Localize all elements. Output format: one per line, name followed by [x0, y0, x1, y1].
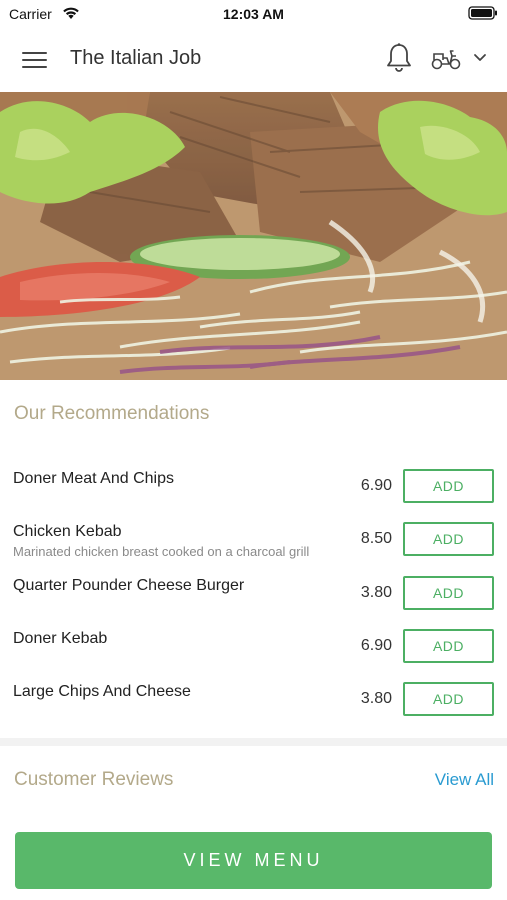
- hamburger-menu-icon[interactable]: [22, 48, 48, 70]
- status-bar: Carrier 12:03 AM: [0, 0, 507, 28]
- menu-item-price: 6.90: [360, 477, 392, 494]
- delivery-scooter-icon[interactable]: [430, 47, 462, 71]
- recommendations-title: Our Recommendations: [14, 403, 210, 424]
- view-all-reviews-link[interactable]: View All: [435, 770, 494, 790]
- add-button[interactable]: ADD: [403, 522, 494, 556]
- menu-item-name: Doner Meat And Chips: [13, 470, 174, 487]
- chevron-down-icon[interactable]: [473, 53, 487, 63]
- menu-item-price: 3.80: [360, 584, 392, 601]
- menu-item-price: 3.80: [360, 690, 392, 707]
- menu-item-name: Large Chips And Cheese: [13, 683, 191, 700]
- restaurant-title: The Italian Job: [70, 47, 202, 69]
- menu-item-description: Marinated chicken breast cooked on a cha…: [13, 544, 310, 559]
- customer-reviews-title: Customer Reviews: [14, 769, 174, 790]
- bell-icon[interactable]: [385, 42, 413, 74]
- menu-item-name: Chicken Kebab: [13, 523, 122, 540]
- menu-item-name: Quarter Pounder Cheese Burger: [13, 577, 245, 594]
- menu-item-row: Doner Kebab 6.90 ADD: [0, 629, 507, 680]
- battery-icon: [468, 6, 497, 20]
- menu-item-price: 8.50: [360, 530, 392, 547]
- section-divider: [0, 738, 507, 746]
- menu-item-name: Doner Kebab: [13, 630, 108, 647]
- menu-item-price: 6.90: [360, 637, 392, 654]
- menu-item-row: Chicken Kebab Marinated chicken breast c…: [0, 522, 507, 573]
- view-menu-button[interactable]: VIEW MENU: [15, 832, 492, 889]
- add-button[interactable]: ADD: [403, 629, 494, 663]
- status-time: 12:03 AM: [223, 6, 284, 22]
- menu-item-row: Quarter Pounder Cheese Burger 3.80 ADD: [0, 576, 507, 627]
- add-button[interactable]: ADD: [403, 576, 494, 610]
- add-button[interactable]: ADD: [403, 682, 494, 716]
- menu-item-row: Large Chips And Cheese 3.80 ADD: [0, 682, 507, 733]
- hero-food-image: [0, 92, 507, 380]
- menu-item-row: Doner Meat And Chips 6.90 ADD: [0, 469, 507, 520]
- app-header: The Italian Job: [0, 28, 507, 92]
- add-button[interactable]: ADD: [403, 469, 494, 503]
